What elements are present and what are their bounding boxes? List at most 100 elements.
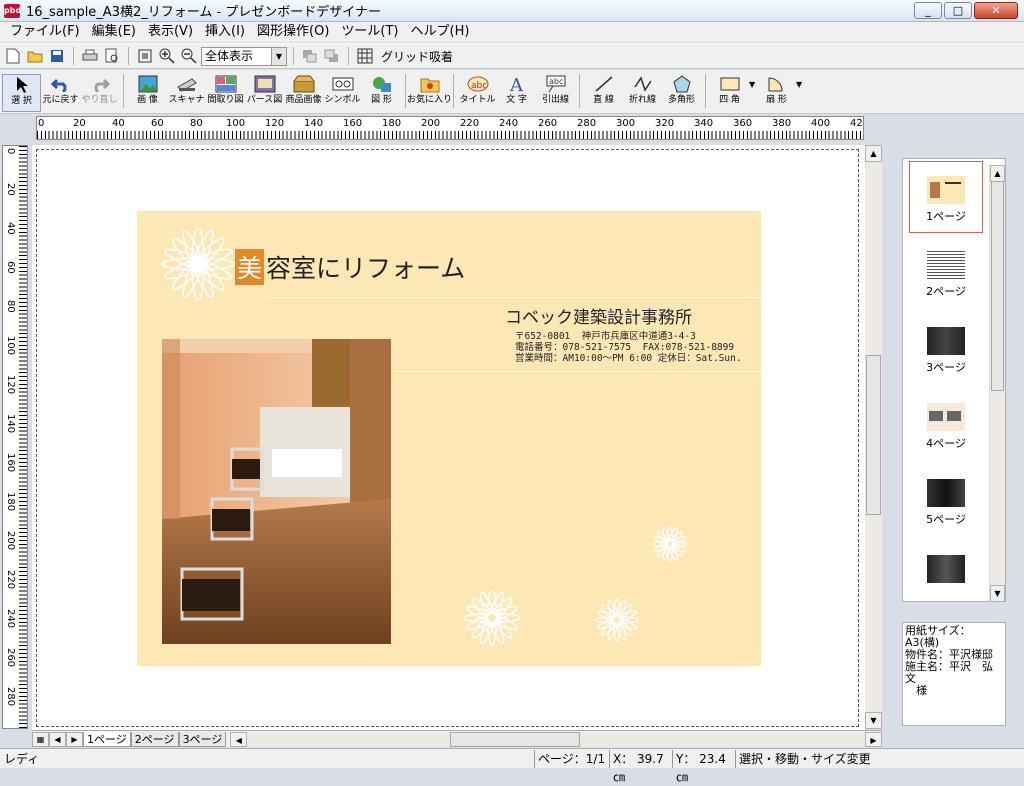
tool-select[interactable]: 選 択 bbox=[2, 74, 41, 112]
design-canvas[interactable]: 美 容室にリフォーム コベック建築設計事務所 〒652-0801 神戸市兵庫区中… bbox=[32, 145, 865, 730]
scroll-thumb[interactable] bbox=[866, 355, 881, 515]
shape-icon bbox=[369, 74, 395, 94]
symbol-icon bbox=[330, 74, 356, 94]
maximize-button[interactable]: □ bbox=[944, 2, 972, 19]
sheet-title[interactable]: 美 容室にリフォーム bbox=[235, 249, 465, 285]
print-icon[interactable] bbox=[80, 46, 100, 66]
sector-icon bbox=[764, 74, 790, 94]
send-back-icon[interactable] bbox=[322, 46, 342, 66]
scroll-up-icon[interactable]: ▲ bbox=[990, 165, 1005, 182]
divider-line[interactable] bbox=[267, 297, 761, 298]
chevron-down-icon[interactable]: ▼ bbox=[796, 80, 804, 89]
open-folder-icon[interactable] bbox=[25, 46, 45, 66]
page-thumbnail[interactable]: 3ページ bbox=[909, 313, 983, 385]
tool-label: 直 線 bbox=[593, 95, 614, 105]
tool-text[interactable]: A 文 字 bbox=[497, 74, 536, 106]
minimize-button[interactable]: _ bbox=[914, 2, 942, 19]
page-thumbnail[interactable]: 1ページ bbox=[909, 161, 983, 233]
tool-floorplan[interactable]: 間取り図 bbox=[206, 74, 245, 106]
presentation-sheet[interactable]: 美 容室にリフォーム コベック建築設計事務所 〒652-0801 神戸市兵庫区中… bbox=[137, 211, 761, 666]
company-info[interactable]: 〒652-0801 神戸市兵庫区中道通3-4-3 電話番号：078-521-757… bbox=[515, 331, 742, 364]
zoom-out-icon[interactable] bbox=[179, 46, 199, 66]
grid-icon[interactable] bbox=[355, 46, 375, 66]
scroll-up-icon[interactable]: ▲ bbox=[865, 145, 882, 162]
close-button[interactable]: ✕ bbox=[974, 2, 1018, 19]
info-line: 営業時間：AM10:00～PM 6:00 定休日：Sat.Sun. bbox=[515, 353, 742, 364]
tool-leader-line[interactable]: abc 引出線 bbox=[536, 74, 575, 106]
scroll-thumb[interactable] bbox=[450, 731, 581, 747]
save-icon[interactable] bbox=[47, 46, 67, 66]
toolbar-divider bbox=[123, 74, 124, 108]
company-name[interactable]: コベック建築設計事務所 bbox=[505, 303, 692, 328]
divider-line[interactable] bbox=[392, 371, 761, 372]
menu-file[interactable]: ファイル(F) bbox=[4, 22, 86, 42]
menu-shape[interactable]: 図形操作(O) bbox=[251, 22, 335, 42]
page-tab-3[interactable]: 3ページ bbox=[178, 731, 227, 747]
tool-shape[interactable]: 図 形 bbox=[362, 74, 401, 106]
toolbar-divider bbox=[348, 47, 349, 65]
menu-view[interactable]: 表示(V) bbox=[142, 22, 199, 42]
next-page-icon[interactable]: ▶ bbox=[66, 731, 83, 747]
print-preview-icon[interactable] bbox=[102, 46, 122, 66]
tool-scanner[interactable]: スキャナ bbox=[167, 74, 206, 106]
status-x: X： 39.7㎝ bbox=[609, 749, 672, 784]
scroll-down-icon[interactable]: ▼ bbox=[990, 585, 1005, 602]
perspective-icon bbox=[252, 74, 278, 94]
scroll-thumb[interactable] bbox=[991, 181, 1004, 391]
tool-label: 間取り図 bbox=[207, 95, 244, 105]
page-grid-icon[interactable]: ▦ bbox=[32, 731, 49, 747]
thumbnail-scrollbar[interactable]: ▲ ▼ bbox=[989, 165, 1005, 602]
tool-symbol[interactable]: シンボル bbox=[323, 74, 362, 106]
new-file-icon[interactable] bbox=[3, 46, 23, 66]
fit-page-icon[interactable] bbox=[135, 46, 155, 66]
cursor-icon bbox=[9, 75, 35, 95]
salon-photo[interactable] bbox=[162, 339, 391, 644]
tool-label: 図 形 bbox=[371, 95, 392, 105]
menu-insert[interactable]: 挿入(I) bbox=[199, 22, 251, 42]
ruler-label: 220 bbox=[460, 118, 480, 129]
zoom-select[interactable]: 全体表示 ▼ bbox=[201, 46, 287, 66]
prev-page-icon[interactable]: ◀ bbox=[49, 731, 66, 747]
title-first-char: 美 bbox=[235, 249, 265, 285]
zoom-value: 全体表示 bbox=[205, 48, 254, 63]
scroll-down-icon[interactable]: ▼ bbox=[865, 712, 882, 729]
tool-sector[interactable]: 扇 形 bbox=[757, 74, 796, 106]
thumbnail-image bbox=[927, 327, 965, 355]
menu-edit[interactable]: 編集(E) bbox=[86, 22, 142, 42]
ruler-label: 300 bbox=[616, 118, 636, 129]
menu-help[interactable]: ヘルプ(H) bbox=[405, 22, 476, 42]
page-thumbnail[interactable]: 5ページ bbox=[909, 465, 983, 537]
tool-image[interactable]: 画 像 bbox=[128, 74, 167, 106]
page-thumbnail[interactable]: 2ページ bbox=[909, 237, 983, 309]
ruler-label: 380 bbox=[772, 118, 792, 129]
bring-front-icon[interactable] bbox=[300, 46, 320, 66]
tool-undo[interactable]: 元に戻す bbox=[41, 74, 80, 106]
canvas-vertical-scrollbar[interactable]: ▲ ▼ bbox=[865, 145, 882, 729]
ruler-label: 280 bbox=[5, 687, 16, 707]
tool-rectangle[interactable]: 四 角 bbox=[710, 74, 749, 106]
tool-product-image[interactable]: 商品画像 bbox=[284, 74, 323, 106]
chevron-down-icon[interactable]: ▼ bbox=[749, 80, 757, 89]
tool-favorites[interactable]: お気に入り bbox=[407, 74, 452, 106]
scroll-right-icon[interactable]: ▶ bbox=[865, 731, 882, 747]
tool-title[interactable]: abc タイトル bbox=[458, 74, 497, 106]
page-tab-2[interactable]: 2ページ bbox=[130, 731, 179, 747]
scroll-left-icon[interactable]: ◀ bbox=[230, 731, 248, 747]
tool-redo[interactable]: やり直し bbox=[80, 74, 119, 106]
tool-line[interactable]: 直 線 bbox=[584, 74, 623, 106]
page-tab-1[interactable]: 1ページ bbox=[83, 731, 131, 747]
page-thumbnail[interactable]: 4ページ bbox=[909, 389, 983, 461]
tool-polyline[interactable]: 折れ線 bbox=[623, 74, 662, 106]
canvas-horizontal-scrollbar[interactable]: ◀ ▶ bbox=[230, 731, 882, 747]
thumbnail-image bbox=[927, 403, 965, 431]
ruler-label: 240 bbox=[5, 609, 16, 629]
grid-snap-label[interactable]: グリッド吸着 bbox=[381, 48, 453, 65]
page-thumbnail[interactable] bbox=[909, 541, 983, 601]
tool-polygon[interactable]: 多角形 bbox=[662, 74, 701, 106]
chevron-down-icon: ▼ bbox=[271, 47, 286, 65]
title-rest: 容室にリフォーム bbox=[266, 254, 466, 283]
menu-tools[interactable]: ツール(T) bbox=[335, 22, 404, 42]
line-icon bbox=[591, 74, 617, 94]
zoom-in-icon[interactable] bbox=[157, 46, 177, 66]
tool-perspective[interactable]: パース図 bbox=[245, 74, 284, 106]
